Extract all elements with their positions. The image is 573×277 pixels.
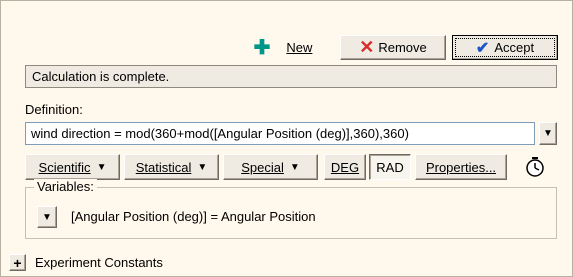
rad-label: RAD [376, 159, 404, 175]
new-button-label: New [286, 40, 313, 55]
variables-group: Variables: ▼ [Angular Position (deg)] = … [25, 179, 557, 239]
statistical-label: Statistical [135, 159, 192, 175]
deg-label: DEG [330, 159, 360, 175]
dropdown-arrow-icon: ▼ [42, 211, 52, 223]
definition-input[interactable]: wind direction = mod(360+mod([Angular Po… [25, 122, 535, 145]
remove-button[interactable]: ✕ Remove [340, 35, 446, 60]
statistical-menu-button[interactable]: Statistical ▼ [124, 154, 219, 180]
definition-dropdown-button[interactable]: ▼ [539, 122, 557, 145]
deg-button[interactable]: DEG [324, 154, 366, 180]
status-text: Calculation is complete. [32, 69, 170, 84]
variable-dropdown-button[interactable]: ▼ [37, 206, 57, 228]
dropdown-arrow-icon: ▼ [96, 161, 107, 173]
calculated-column-panel: ✚ New ✕ Remove ✔ Accept Calculation is c… [0, 0, 573, 277]
variables-label: Variables: [34, 179, 97, 194]
properties-button[interactable]: Properties... [415, 154, 507, 180]
variable-item: [Angular Position (deg)] = Angular Posit… [71, 209, 316, 224]
accept-button[interactable]: ✔ Accept [452, 35, 558, 60]
x-icon: ✕ [359, 37, 375, 57]
definition-label: Definition: [25, 102, 83, 117]
expand-constants-button[interactable]: + [9, 254, 26, 271]
timer-button[interactable] [512, 154, 557, 180]
properties-label: Properties... [425, 159, 497, 175]
scientific-label: Scientific [38, 159, 91, 175]
checkmark-icon: ✔ [475, 39, 490, 57]
timer-icon [525, 157, 544, 177]
remove-button-label: Remove [378, 40, 427, 55]
dropdown-arrow-icon: ▼ [289, 161, 300, 173]
plus-icon: ✚ [253, 37, 271, 59]
expand-plus-icon: + [13, 254, 22, 271]
scientific-menu-button[interactable]: Scientific ▼ [25, 154, 120, 180]
new-button[interactable]: ✚ New [231, 35, 335, 60]
accept-button-label: Accept [494, 40, 535, 55]
status-bar: Calculation is complete. [25, 65, 557, 88]
special-menu-button[interactable]: Special ▼ [223, 154, 318, 180]
dropdown-arrow-icon: ▼ [543, 128, 553, 139]
dropdown-arrow-icon: ▼ [197, 161, 208, 173]
experiment-constants-label: Experiment Constants [35, 255, 163, 270]
special-label: Special [241, 159, 284, 175]
definition-text: wind direction = mod(360+mod([Angular Po… [31, 126, 409, 141]
rad-button[interactable]: RAD [369, 154, 411, 180]
